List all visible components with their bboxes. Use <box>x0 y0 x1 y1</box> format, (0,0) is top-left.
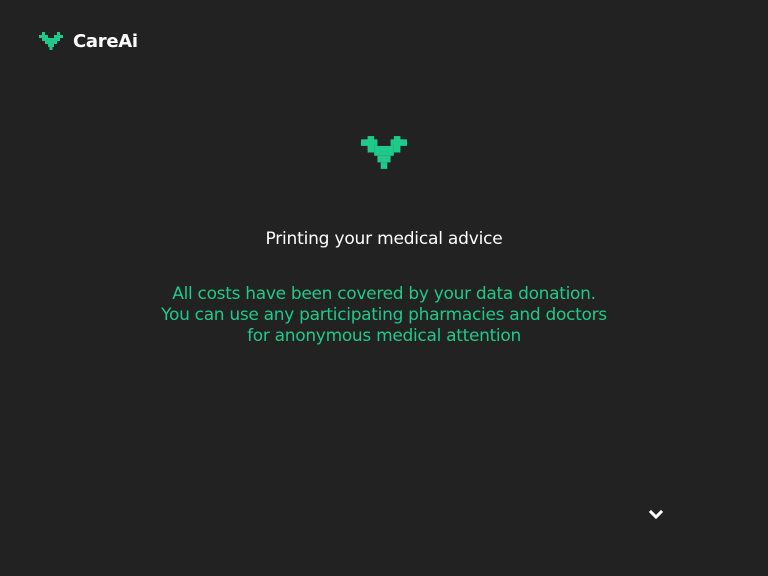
info-line: for anonymous medical attention <box>247 326 521 346</box>
info-message: All costs have been covered by your data… <box>0 284 768 347</box>
printing-screen: CareAi Printing your medical advice All … <box>0 0 768 576</box>
pixel-heart-icon <box>39 32 63 50</box>
chevron-down-icon[interactable] <box>648 509 664 521</box>
info-line: All costs have been covered by your data… <box>172 284 596 304</box>
info-line: You can use any participating pharmacies… <box>161 305 607 325</box>
brand-header: CareAi <box>39 30 138 52</box>
status-title: Printing your medical advice <box>265 229 503 249</box>
brand-name: CareAi <box>73 30 138 52</box>
pixel-heart-icon <box>361 136 407 169</box>
